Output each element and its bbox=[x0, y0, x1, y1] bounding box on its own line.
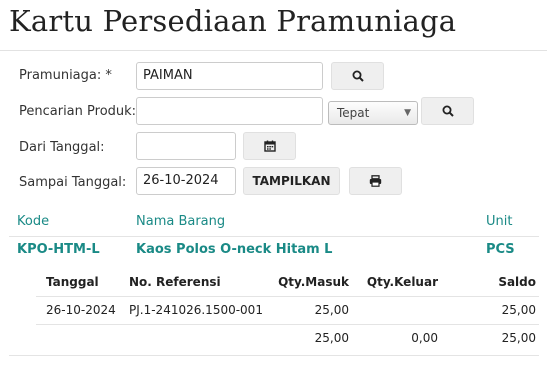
match-mode-select[interactable]: Tepat ▼ bbox=[328, 101, 418, 125]
product-name-link[interactable]: Kaos Polos O-neck Hitam L bbox=[136, 242, 332, 257]
calendar-button[interactable] bbox=[243, 132, 296, 160]
product-search-input[interactable] bbox=[136, 97, 323, 125]
row-qty-in: 25,00 bbox=[314, 303, 349, 317]
product-code-link[interactable]: KPO-HTM-L bbox=[17, 242, 100, 257]
total-qty-in: 25,00 bbox=[314, 331, 349, 345]
product-search-label: Pencarian Produk: bbox=[19, 104, 137, 119]
salesperson-field[interactable]: PAIMAN bbox=[136, 62, 323, 90]
from-date-label: Dari Tanggal: bbox=[19, 140, 105, 155]
column-header-date: Tanggal bbox=[46, 275, 99, 289]
row-date: 26-10-2024 bbox=[46, 303, 116, 317]
row-divider bbox=[36, 324, 539, 325]
column-header-qty-out: Qty.Keluar bbox=[366, 275, 438, 289]
match-mode-value: Tepat bbox=[337, 106, 370, 120]
total-balance: 25,00 bbox=[501, 331, 536, 345]
from-date-input[interactable] bbox=[136, 132, 236, 160]
page-title: Kartu Persediaan Pramuniaga bbox=[9, 4, 457, 38]
movement-header-divider bbox=[36, 296, 539, 297]
search-icon bbox=[352, 70, 364, 82]
column-header-qty-in: Qty.Masuk bbox=[278, 275, 349, 289]
print-icon bbox=[369, 175, 382, 187]
to-date-input[interactable]: 26-10-2024 bbox=[136, 167, 236, 195]
column-header-reference: No. Referensi bbox=[129, 275, 221, 289]
row-balance: 25,00 bbox=[501, 303, 536, 317]
show-button[interactable]: TAMPILKAN bbox=[243, 167, 340, 195]
title-divider bbox=[0, 50, 547, 51]
to-date-label: Sampai Tanggal: bbox=[19, 175, 127, 190]
row-reference: PJ.1-241026.1500-001 bbox=[129, 303, 263, 317]
product-search-button[interactable] bbox=[421, 97, 474, 125]
chevron-down-icon: ▼ bbox=[404, 108, 411, 118]
product-header-divider bbox=[9, 236, 539, 237]
salesperson-label: Pramuniaga: * bbox=[19, 68, 112, 83]
calendar-icon bbox=[263, 140, 276, 152]
total-qty-out: 0,00 bbox=[411, 331, 438, 345]
column-header-balance: Saldo bbox=[498, 275, 536, 289]
table-bottom-divider bbox=[9, 355, 539, 356]
column-header-unit: Unit bbox=[486, 214, 513, 229]
column-header-name: Nama Barang bbox=[136, 214, 226, 229]
print-button[interactable] bbox=[349, 167, 402, 195]
salesperson-search-button[interactable] bbox=[331, 62, 384, 90]
search-icon bbox=[442, 105, 454, 117]
column-header-code: Kode bbox=[17, 214, 50, 229]
product-unit: PCS bbox=[486, 242, 515, 257]
